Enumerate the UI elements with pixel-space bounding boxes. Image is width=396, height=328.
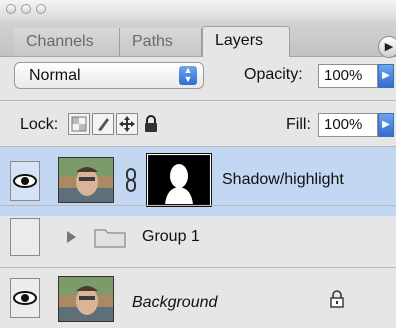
layers-panel: Channels Paths Layers ▶ Normal ▲ ▼ Opacit… — [0, 0, 396, 328]
fill-label: Fill: — [286, 116, 311, 133]
divider — [0, 100, 396, 101]
visibility-toggle[interactable] — [10, 161, 40, 201]
expand-triangle-icon[interactable] — [64, 230, 78, 244]
visibility-toggle[interactable] — [10, 278, 40, 318]
lock-all-button[interactable] — [140, 113, 164, 135]
layer-lock-icon — [330, 290, 344, 308]
lock-label: Lock: — [20, 116, 59, 133]
blend-mode-value: Normal — [29, 67, 81, 84]
right-arrow-icon: ▶ — [382, 70, 390, 81]
fill-slider-button[interactable]: ▶ — [378, 113, 394, 137]
updown-arrows-icon: ▲ ▼ — [179, 66, 197, 85]
portrait-thumbnail-icon — [59, 158, 113, 202]
checker-icon — [71, 116, 87, 132]
lock-position-button[interactable] — [116, 113, 138, 135]
blend-mode-select[interactable]: Normal ▲ ▼ — [14, 62, 204, 89]
close-window-button[interactable] — [6, 4, 16, 14]
opacity-slider-button[interactable]: ▶ — [378, 64, 394, 88]
lock-pixels-button[interactable] — [92, 113, 114, 135]
layer-row-group-1[interactable]: Group 1 — [0, 205, 396, 267]
layer-name: Shadow/highlight — [222, 171, 344, 188]
title-bar — [0, 0, 396, 20]
layer-mask-thumbnail[interactable] — [146, 153, 212, 207]
tab-channels[interactable]: Channels — [14, 28, 120, 56]
opacity-field[interactable]: 100% — [318, 64, 378, 88]
portrait-thumbnail-icon — [59, 277, 113, 321]
link-chain-icon[interactable] — [124, 167, 138, 193]
visibility-toggle[interactable] — [10, 218, 40, 256]
eye-icon — [13, 291, 37, 305]
padlock-icon — [145, 115, 157, 132]
right-arrow-icon: ▶ — [382, 119, 390, 130]
panel-menu-button[interactable]: ▶ — [378, 36, 396, 58]
brush-icon — [98, 118, 109, 131]
fill-field[interactable]: 100% — [318, 113, 378, 137]
opacity-label: Opacity: — [244, 66, 303, 83]
layer-name: Background — [132, 294, 218, 311]
eye-icon — [13, 174, 37, 188]
layer-row-background[interactable]: Background — [0, 267, 396, 328]
move-icon — [119, 116, 135, 132]
tab-layers[interactable]: Layers — [202, 26, 290, 57]
mask-silhouette-icon — [149, 156, 209, 204]
layer-thumbnail — [58, 157, 114, 203]
zoom-window-button[interactable] — [36, 4, 46, 14]
folder-icon — [94, 229, 126, 248]
layer-thumbnail — [58, 276, 114, 322]
tab-strip: Channels Paths Layers ▶ — [0, 20, 396, 58]
layer-name: Group 1 — [142, 228, 200, 245]
tab-paths[interactable]: Paths — [120, 28, 202, 56]
lock-transparency-button[interactable] — [68, 113, 90, 135]
minimize-window-button[interactable] — [21, 4, 31, 14]
play-arrow-icon: ▶ — [384, 41, 394, 53]
